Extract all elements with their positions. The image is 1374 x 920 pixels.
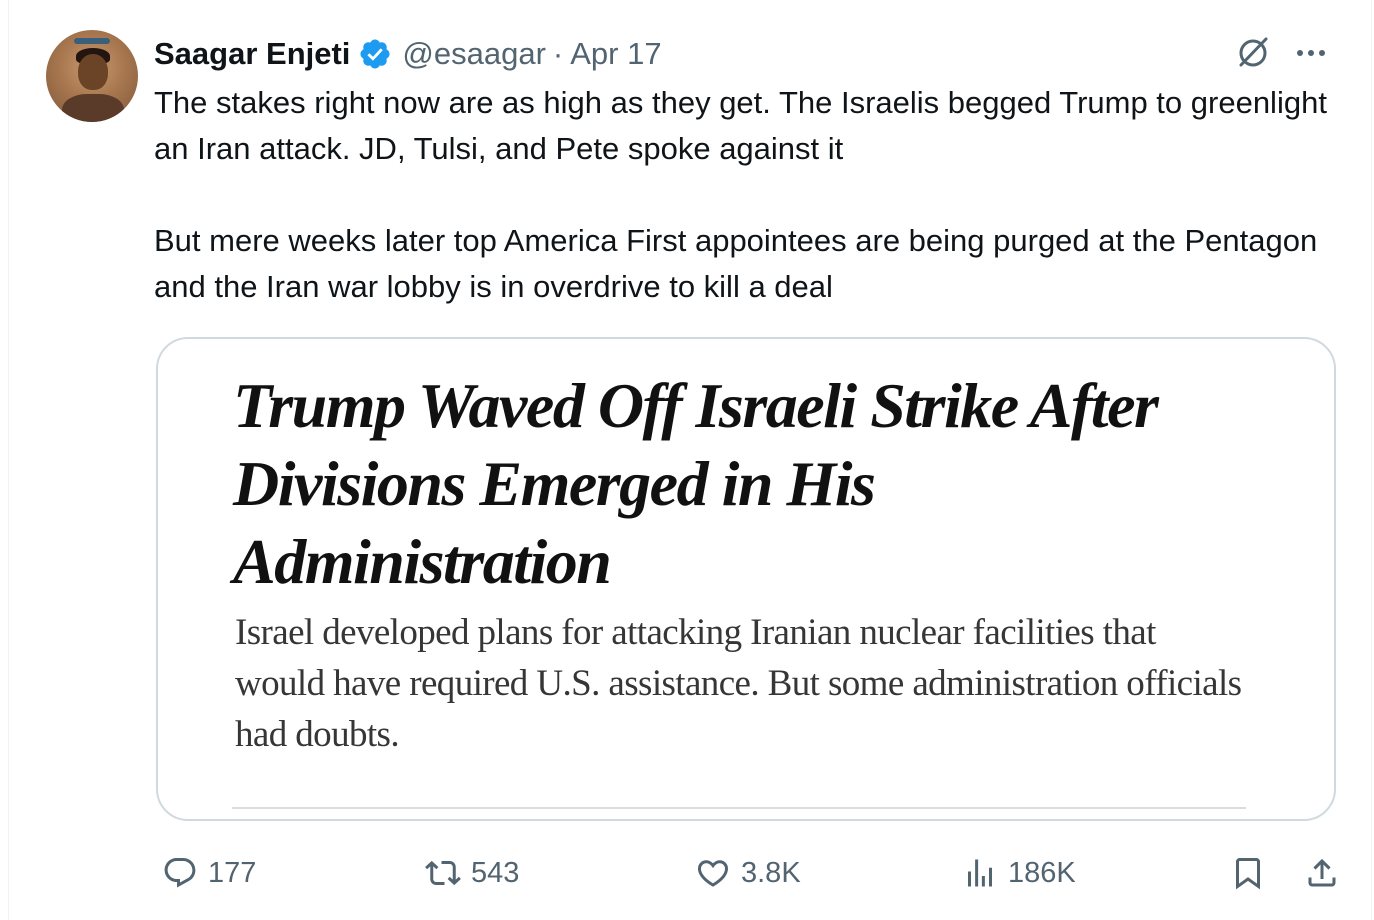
tweet-container: Saagar Enjeti @esaagar · Apr 17 The stak… — [8, 0, 1372, 920]
avatar-face — [78, 54, 108, 90]
tweet-date[interactable]: Apr 17 — [570, 36, 661, 72]
reply-button[interactable]: 177 — [162, 850, 256, 896]
header-separator: · — [552, 36, 564, 71]
share-button[interactable] — [1304, 850, 1340, 896]
views-count: 186K — [1008, 856, 1076, 889]
tweet-header: Saagar Enjeti @esaagar · Apr 17 — [154, 34, 662, 74]
action-bar: 177 543 3.8K 186K — [154, 850, 1344, 896]
tweet-paragraph: The stakes right now are as high as they… — [154, 85, 1327, 166]
like-count: 3.8K — [741, 856, 801, 889]
article-summary: Israel developed plans for attacking Ira… — [235, 612, 1242, 755]
article-card[interactable]: Trump Waved Off Israeli Strike After Div… — [156, 337, 1336, 821]
author-handle[interactable]: @esaagar — [402, 36, 546, 72]
share-icon — [1308, 858, 1336, 887]
tweet-text: The stakes right now are as high as they… — [154, 80, 1344, 310]
tweet-paragraph: But mere weeks later top America First a… — [154, 223, 1318, 304]
avatar-badge — [74, 38, 110, 44]
reply-count: 177 — [208, 856, 257, 889]
like-button[interactable]: 3.8K — [695, 850, 801, 896]
reply-icon — [164, 858, 196, 888]
avatar[interactable] — [46, 30, 138, 122]
more-options-icon[interactable] — [1293, 36, 1329, 70]
bookmark-button[interactable] — [1230, 850, 1266, 896]
author-name[interactable]: Saagar Enjeti — [154, 36, 350, 72]
grok-icon[interactable] — [1233, 32, 1273, 72]
article-headline: Trump Waved Off Israeli Strike After Div… — [233, 370, 1159, 597]
views-button[interactable]: 186K — [962, 850, 1076, 896]
bookmark-icon — [1236, 858, 1260, 890]
repost-count: 543 — [471, 856, 520, 889]
verified-badge-icon[interactable] — [358, 37, 392, 71]
card-divider — [232, 807, 1246, 809]
avatar-shirt — [62, 94, 124, 122]
repost-icon — [425, 860, 461, 886]
analytics-icon — [968, 859, 992, 887]
heart-icon — [697, 860, 729, 887]
repost-button[interactable]: 543 — [425, 850, 519, 896]
